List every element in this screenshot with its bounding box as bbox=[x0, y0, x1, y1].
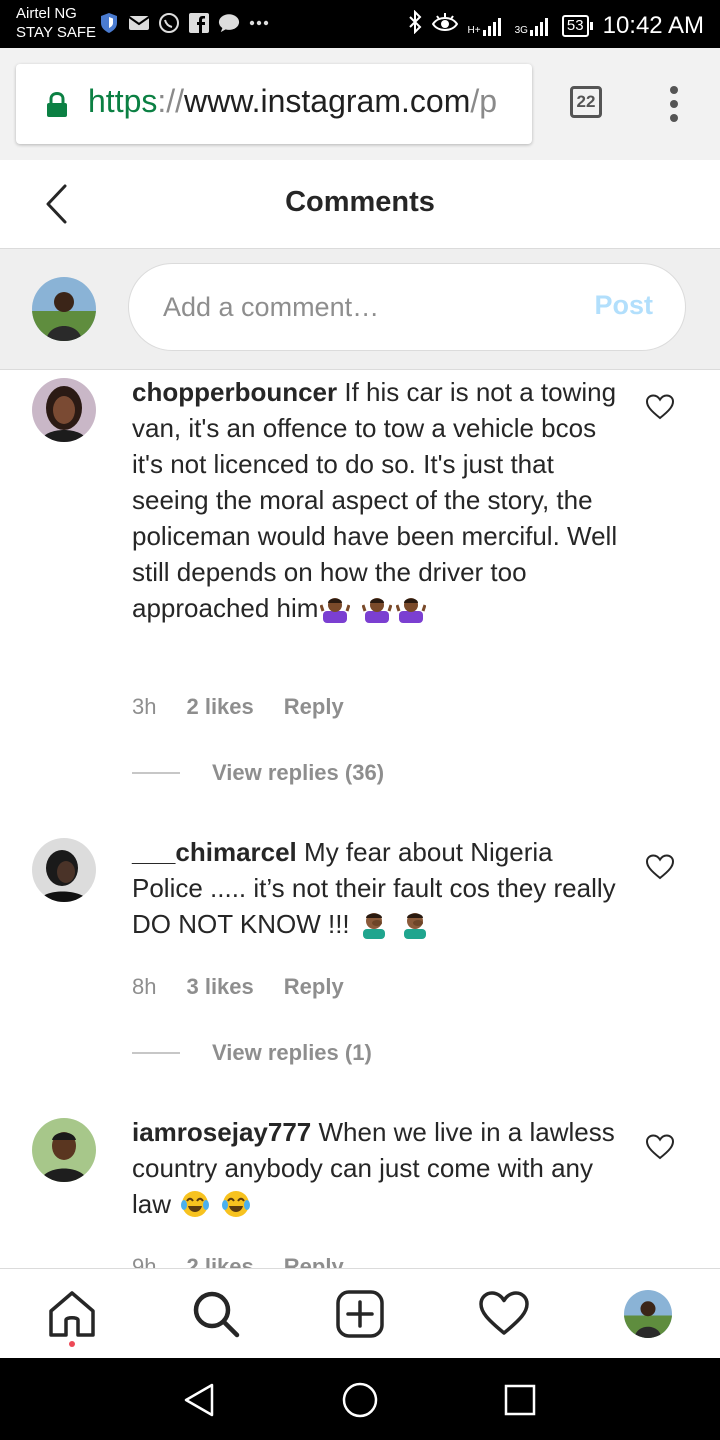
lock-icon bbox=[46, 91, 68, 123]
comments-header: Comments bbox=[0, 160, 720, 249]
reply-button[interactable]: Reply bbox=[284, 1254, 344, 1268]
comment-body: chopperbouncer If his car is not a towin… bbox=[132, 374, 622, 626]
network-type-2: 3G bbox=[514, 24, 528, 36]
profile-avatar[interactable] bbox=[623, 1289, 673, 1339]
browser-menu-icon[interactable] bbox=[664, 86, 684, 122]
shrug-emoji-icon bbox=[320, 593, 351, 623]
new-post-icon[interactable] bbox=[335, 1289, 385, 1339]
url-scheme: https bbox=[88, 83, 158, 119]
page-title: Comments bbox=[285, 186, 435, 218]
battery-level: 53 bbox=[561, 14, 589, 37]
mail-icon bbox=[128, 12, 150, 34]
comment-likes[interactable]: 2 likes bbox=[186, 694, 253, 720]
carrier-info: Airtel NG STAY SAFE bbox=[16, 4, 96, 42]
browser-toolbar: https://www.instagram.com/p 22 bbox=[0, 48, 720, 161]
whatsapp-icon bbox=[158, 12, 180, 34]
view-replies-button[interactable]: View replies (1) bbox=[132, 1040, 372, 1066]
bottom-navigation bbox=[0, 1268, 720, 1359]
carrier-name: Airtel NG bbox=[16, 5, 77, 22]
comment-input-wrapper: Post bbox=[128, 263, 686, 351]
comment-meta: 9h 2 likes Reply bbox=[132, 1254, 344, 1268]
like-heart-icon[interactable] bbox=[645, 854, 675, 880]
replies-divider bbox=[132, 772, 180, 774]
signal-2-icon: 3G bbox=[515, 16, 552, 36]
view-replies-button[interactable]: View replies (36) bbox=[132, 760, 384, 786]
shrug-emoji-icon bbox=[395, 593, 427, 623]
reply-button[interactable]: Reply bbox=[284, 694, 344, 720]
comment-time: 9h bbox=[132, 1254, 157, 1268]
comment-username[interactable]: chopperbouncer bbox=[132, 377, 337, 407]
tab-switcher-button[interactable]: 22 bbox=[570, 86, 602, 118]
reply-button[interactable]: Reply bbox=[284, 974, 344, 1000]
comment-body: ___chimarcel My fear about Nigeria Polic… bbox=[132, 834, 622, 942]
comment-meta: 8h 3 likes Reply bbox=[132, 974, 344, 1000]
url-separator: :// bbox=[157, 83, 185, 119]
my-avatar bbox=[32, 277, 96, 341]
post-button[interactable]: Post bbox=[594, 290, 653, 321]
bluetooth-icon bbox=[408, 9, 422, 41]
battery-icon: 53 bbox=[561, 14, 593, 37]
eye-comfort-icon bbox=[431, 12, 458, 40]
home-icon[interactable] bbox=[47, 1289, 97, 1347]
comments-list[interactable]: chopperbouncer If his car is not a towin… bbox=[0, 370, 720, 1268]
like-heart-icon[interactable] bbox=[645, 1134, 675, 1160]
url-path: /p bbox=[470, 83, 498, 119]
commenter-avatar[interactable] bbox=[32, 838, 96, 902]
comment-time: 3h bbox=[132, 694, 157, 719]
shrug-emoji-icon bbox=[361, 593, 393, 623]
commenter-avatar[interactable] bbox=[32, 1118, 96, 1182]
comment-body: iamrosejay777 When we live in a lawless … bbox=[132, 1114, 622, 1222]
comment-username[interactable]: iamrosejay777 bbox=[132, 1117, 311, 1147]
view-replies-label: View replies (36) bbox=[212, 760, 385, 785]
notification-icons bbox=[98, 12, 270, 34]
comment-input[interactable] bbox=[161, 286, 565, 328]
carrier-sub: STAY SAFE bbox=[16, 24, 97, 41]
back-triangle-icon[interactable] bbox=[180, 1380, 220, 1420]
tears-of-joy-emoji-icon bbox=[180, 1189, 210, 1219]
address-bar[interactable]: https://www.instagram.com/p bbox=[16, 64, 532, 144]
network-type-1: H+ bbox=[467, 24, 481, 36]
facepalm-emoji-icon bbox=[400, 909, 430, 939]
signal-1-icon: H+ bbox=[468, 16, 505, 36]
comment-meta: 3h 2 likes Reply bbox=[132, 694, 344, 720]
replies-divider bbox=[132, 1052, 180, 1054]
url-text: https://www.instagram.com/p bbox=[88, 83, 497, 120]
comment-likes[interactable]: 2 likes bbox=[186, 1254, 253, 1268]
commenter-avatar[interactable] bbox=[32, 378, 96, 442]
comment-text: If his car is not a towing van, it's an … bbox=[132, 377, 618, 623]
view-replies-label: View replies (1) bbox=[212, 1040, 372, 1065]
clock: 10:42 AM bbox=[602, 11, 704, 39]
comment-username[interactable]: ___chimarcel bbox=[132, 837, 297, 867]
chat-bubble-icon bbox=[218, 12, 240, 34]
tears-of-joy-emoji-icon bbox=[221, 1189, 251, 1219]
comment-likes[interactable]: 3 likes bbox=[186, 974, 253, 1000]
facebook-icon bbox=[188, 12, 210, 34]
like-heart-icon[interactable] bbox=[645, 394, 675, 420]
add-comment-bar: Post bbox=[0, 249, 720, 370]
comment-time: 8h bbox=[132, 974, 157, 999]
home-circle-icon[interactable] bbox=[340, 1380, 380, 1420]
status-bar: Airtel NG STAY SAFE H+ 3G 53 10:42 AM bbox=[0, 0, 720, 48]
system-navigation-bar bbox=[0, 1358, 720, 1440]
facepalm-emoji-icon bbox=[359, 909, 389, 939]
recents-square-icon[interactable] bbox=[500, 1380, 540, 1420]
tab-count: 22 bbox=[576, 92, 596, 111]
url-host: www.instagram.com bbox=[184, 83, 471, 119]
system-status: H+ 3G 53 10:42 AM bbox=[408, 9, 704, 41]
more-notifications-icon bbox=[248, 12, 270, 34]
shield-icon bbox=[98, 12, 120, 34]
notification-dot bbox=[69, 1341, 75, 1347]
search-icon[interactable] bbox=[191, 1289, 241, 1339]
activity-heart-icon[interactable] bbox=[479, 1289, 529, 1339]
